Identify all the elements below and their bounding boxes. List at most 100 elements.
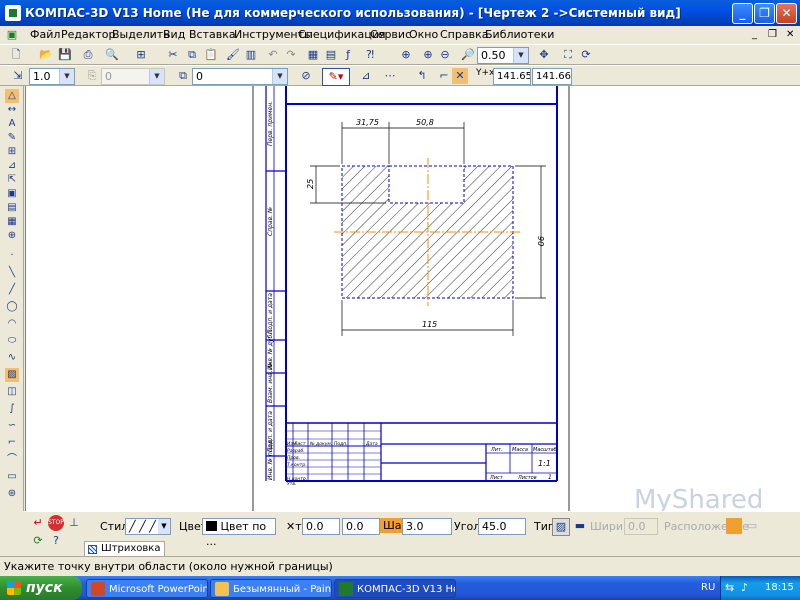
stop-icon[interactable]: STOP <box>48 515 64 531</box>
width-field[interactable]: 0.0 <box>624 518 658 535</box>
ellipse-icon[interactable]: ⬭ <box>5 334 19 348</box>
chevron-down-icon[interactable]: ▼ <box>513 48 528 63</box>
parametrize-icon[interactable]: ⊞ <box>5 145 19 159</box>
menu-help[interactable]: Справка <box>440 28 488 41</box>
circle-icon[interactable]: ◯ <box>5 300 19 314</box>
continuous-input-icon[interactable]: ∿ <box>5 351 19 365</box>
copy-icon[interactable]: ⧉ <box>184 47 200 63</box>
snaps-icon[interactable]: ✕ <box>452 68 468 84</box>
menu-file[interactable]: Файл <box>30 28 60 41</box>
collection-icon[interactable]: ⊛ <box>5 487 19 501</box>
menu-service[interactable]: Сервис <box>370 28 411 41</box>
zoom-out-icon[interactable]: ⊖ <box>437 47 453 63</box>
clock[interactable]: 18:15 <box>765 582 794 593</box>
manager-library-icon[interactable]: ▦ <box>305 47 321 63</box>
chevron-down-icon[interactable]: ▼ <box>59 69 74 84</box>
network-icon[interactable]: ⇆ <box>725 581 734 594</box>
zoom-scale-icon[interactable]: 🔎 <box>460 47 476 63</box>
drawing-canvas[interactable]: Перв. примен. Справ. № Подп. и дата Инв.… <box>25 86 800 511</box>
arc-icon[interactable]: ◠ <box>5 317 19 331</box>
geometry-icon[interactable]: △ <box>5 89 19 103</box>
title-bar[interactable]: КОМПАС-3D V13 Home (Не для коммерческого… <box>0 0 800 26</box>
layer-state-icon[interactable]: ⎘ <box>84 68 100 84</box>
close-button[interactable]: ✕ <box>776 3 797 24</box>
pan-icon[interactable]: ✥ <box>536 47 552 63</box>
auto-create-icon[interactable]: ⟳ <box>30 533 46 549</box>
dim-text-bottom-width[interactable]: 115 <box>422 320 437 329</box>
chamfer-icon[interactable]: ⌐ <box>5 436 19 450</box>
print-preview-icon[interactable]: 🔍 <box>104 47 120 63</box>
dim-text-left-height[interactable]: 25 <box>306 179 315 189</box>
redo-icon[interactable]: ↷ <box>283 47 299 63</box>
manager-icon[interactable]: ⊞ <box>133 47 149 63</box>
contour-icon[interactable]: ◫ <box>5 385 19 399</box>
help-pointer-icon[interactable]: ⁈ <box>362 47 378 63</box>
taskbar-item-kompas[interactable]: КОМПАС-3D V13 Ho... <box>334 579 456 598</box>
auxiliary-line-icon[interactable]: ╲ <box>5 266 19 280</box>
bezier-icon[interactable]: ∽ <box>5 419 19 433</box>
cut-icon[interactable]: ✂ <box>165 47 181 63</box>
dim-text-top-left[interactable]: 31,75 <box>356 118 379 127</box>
snap-icon[interactable]: ✎▾ <box>322 68 350 86</box>
rectangle-icon[interactable]: ▭ <box>5 470 19 484</box>
layers-icon[interactable]: ⧉ <box>175 68 191 84</box>
segment-icon[interactable]: ╱ <box>5 283 19 297</box>
doc-minimize-button[interactable]: _ <box>752 29 757 40</box>
zoom-window-icon[interactable]: ⊕ <box>398 47 414 63</box>
chevron-down-icon[interactable]: ▼ <box>149 69 164 84</box>
ortho-icon[interactable]: ⊿ <box>358 68 374 84</box>
symbols-icon[interactable]: A <box>5 117 19 131</box>
hatch-type-icon[interactable]: ▨ <box>552 518 570 536</box>
step-combo[interactable]: 3.0 <box>402 518 452 535</box>
doc-close-button[interactable]: ✕ <box>786 29 794 40</box>
hatch-icon[interactable]: ▨ <box>5 368 19 382</box>
zoom-in-icon[interactable]: ⊕ <box>420 47 436 63</box>
dim-text-top-right[interactable]: 50,8 <box>416 118 434 127</box>
save-icon[interactable]: 💾 <box>57 47 73 63</box>
fill-type-icon[interactable]: ▬ <box>572 518 588 534</box>
tb-scale-value[interactable]: 1:1 <box>538 459 551 468</box>
associative-views-icon[interactable]: ▣ <box>5 187 19 201</box>
library-icon[interactable]: ▥ <box>243 47 259 63</box>
orthogonal-mode-icon[interactable]: ⌐ <box>436 68 452 84</box>
layer-combo[interactable]: 0 ▼ <box>192 68 288 85</box>
copy-properties-icon[interactable]: 🖌 <box>225 47 241 63</box>
undo-icon[interactable]: ↶ <box>265 47 281 63</box>
insert-icon[interactable]: ⊕ <box>5 229 19 243</box>
scale-icon[interactable]: ⇲ <box>10 68 26 84</box>
help-icon[interactable]: ? <box>48 533 64 549</box>
placement-front-icon[interactable] <box>726 518 742 534</box>
menu-select[interactable]: Выделить <box>112 28 170 41</box>
function-icon[interactable]: ƒ <box>340 47 356 63</box>
tab-hatch[interactable]: Штриховка <box>84 541 166 557</box>
menu-edit[interactable]: Редактор <box>61 28 116 41</box>
menu-window[interactable]: Окно <box>409 28 438 41</box>
layer-number-combo[interactable]: 0 ▼ <box>101 68 165 85</box>
select-icon[interactable]: ⇱ <box>5 173 19 187</box>
point-icon[interactable]: · <box>5 249 19 263</box>
kompas-app-icon[interactable] <box>5 5 21 21</box>
doc-restore-button[interactable]: ❐ <box>768 29 777 40</box>
local-cs-icon[interactable]: ↰ <box>414 68 430 84</box>
taskbar-item-paint[interactable]: Безымянный - Paint <box>210 579 332 598</box>
new-document-icon[interactable]: 🗋 <box>8 47 24 63</box>
origin-x-field[interactable]: 0.0 <box>302 518 340 535</box>
color-combo[interactable]: Цвет по ... <box>202 518 276 548</box>
origin-y-field[interactable]: 0.0 <box>342 518 380 535</box>
create-object-icon[interactable]: ↵ <box>30 515 46 531</box>
axis-icon[interactable]: ⊥ <box>66 515 82 531</box>
placement-back-icon[interactable]: ▭ <box>744 518 760 534</box>
coord-y-field[interactable]: 141.667 <box>532 68 572 85</box>
document-icon[interactable]: ▣ <box>4 27 20 43</box>
maximize-button[interactable]: ❐ <box>754 3 775 24</box>
minimize-button[interactable]: _ <box>732 3 753 24</box>
hatch-style-combo[interactable]: ╱ ╱ ╱ ▼ <box>125 518 171 535</box>
reports-icon[interactable]: ▦ <box>5 215 19 229</box>
paste-icon[interactable]: 📋 <box>203 47 219 63</box>
taskbar-item-powerpoint[interactable]: Microsoft PowerPoint ... <box>86 579 208 598</box>
menu-insert[interactable]: Вставка <box>189 28 236 41</box>
volume-icon[interactable]: ♪ <box>741 581 748 594</box>
zoom-combo[interactable]: 0.50 ▼ <box>477 47 529 64</box>
spec-icon[interactable]: ▤ <box>5 201 19 215</box>
line-scale-combo[interactable]: 1.0 ▼ <box>29 68 75 85</box>
